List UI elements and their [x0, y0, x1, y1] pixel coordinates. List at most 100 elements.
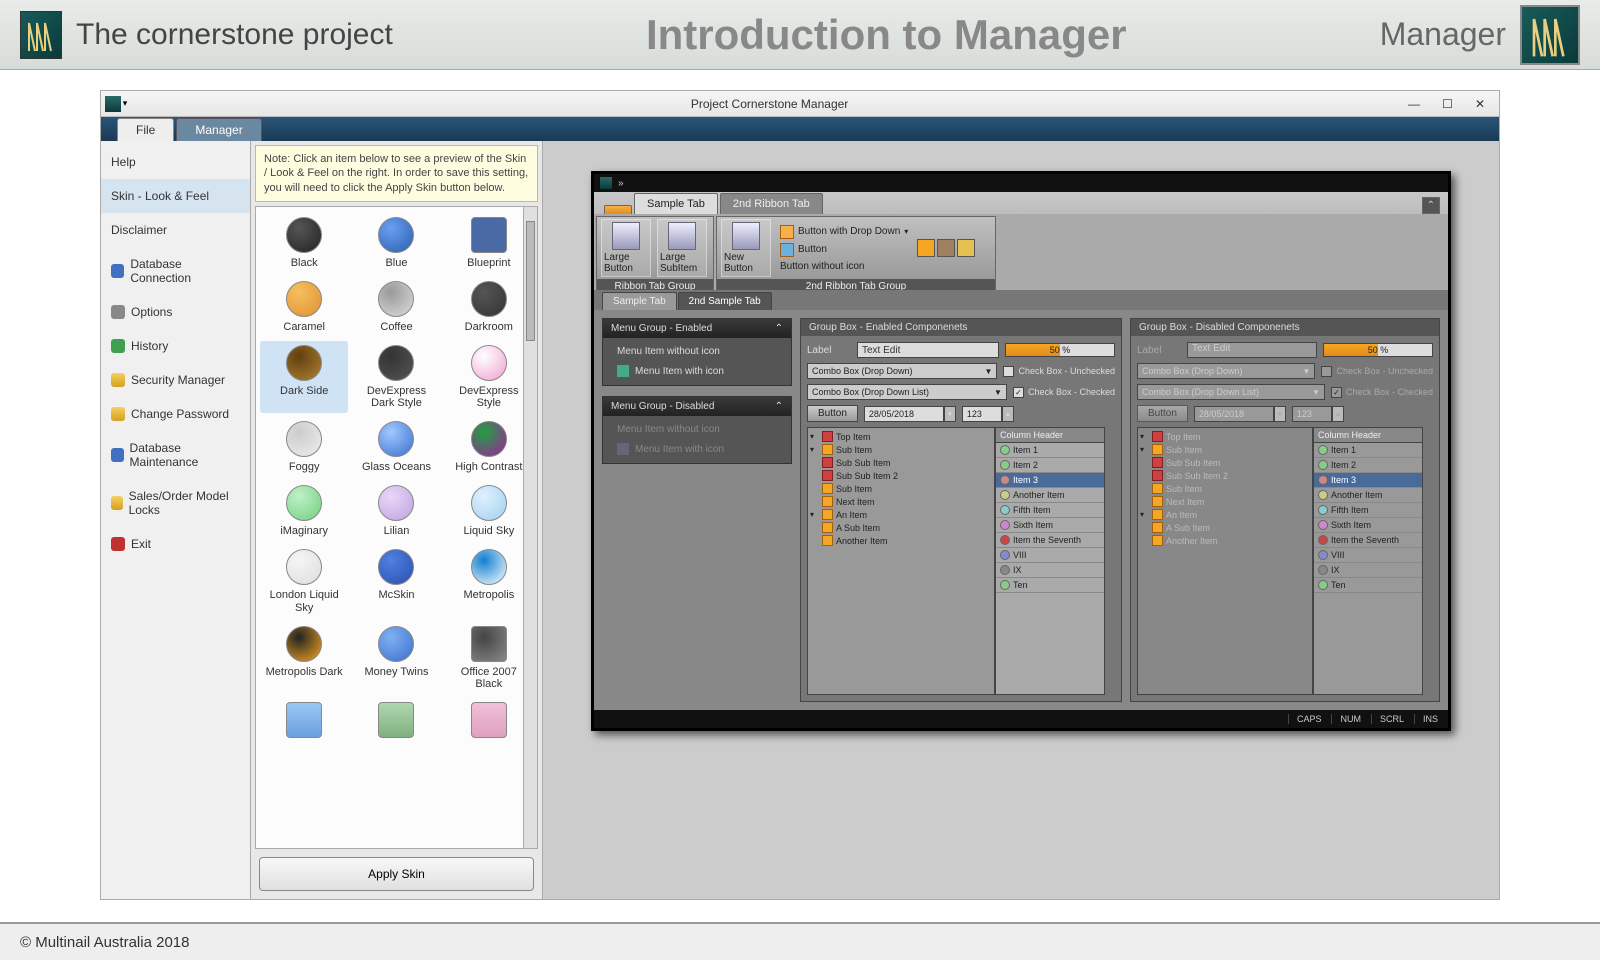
button-plain[interactable]: Button — [777, 242, 911, 258]
sidebar-change-password[interactable]: Change Password — [101, 397, 250, 431]
sidebar-help[interactable]: Help — [101, 145, 250, 179]
skin-item-more[interactable] — [352, 698, 440, 746]
dropdown-icon — [780, 225, 794, 239]
skin-item-dark-side[interactable]: Dark Side — [260, 341, 348, 413]
skin-item-lilian[interactable]: Lilian — [352, 481, 440, 541]
button-noicon[interactable]: Button without icon — [777, 260, 911, 273]
list-scrollbar-disabled — [1423, 427, 1433, 695]
text-edit[interactable] — [857, 342, 999, 358]
ribbon-collapse-icon[interactable]: ⌃ — [1422, 197, 1440, 214]
large-subitem-button[interactable]: Large SubItem — [657, 219, 707, 277]
collapse-icon[interactable]: ⌃ — [775, 401, 783, 412]
list-item[interactable]: Item 2 — [996, 458, 1104, 473]
sidebar-history[interactable]: History — [101, 329, 250, 363]
list-item[interactable]: Item 3 — [996, 473, 1104, 488]
skin-item-more[interactable] — [445, 698, 533, 746]
sidebar-db-maintenance[interactable]: Database Maintenance — [101, 431, 250, 479]
preview-tab-sample[interactable]: Sample Tab — [634, 193, 718, 214]
skin-item-liquid-sky[interactable]: Liquid Sky — [445, 481, 533, 541]
menu-item-icon[interactable]: Menu Item with icon — [603, 361, 791, 381]
skin-item-blue[interactable]: Blue — [352, 213, 440, 273]
skin-item-mcskin[interactable]: McSkin — [352, 545, 440, 617]
skin-item-caramel[interactable]: Caramel — [260, 277, 348, 337]
skin-item-blueprint[interactable]: Blueprint — [445, 213, 533, 273]
tree-view[interactable]: ▾Top Item ▾Sub Item Sub Sub Item Sub Sub… — [807, 427, 995, 695]
sidebar-security[interactable]: Security Manager — [101, 363, 250, 397]
spin-edit-disabled: 123▴ — [1292, 406, 1344, 422]
sample-button-disabled: Button — [1137, 405, 1188, 422]
sidebar-locks[interactable]: Sales/Order Model Locks — [101, 479, 250, 527]
checkbox-checked[interactable]: ✓Check Box - Checked — [1013, 387, 1115, 398]
skin-item-imaginary[interactable]: iMaginary — [260, 481, 348, 541]
slide-header: The cornerstone project Introduction to … — [0, 0, 1600, 70]
tab-file[interactable]: File — [117, 118, 174, 141]
sample-button[interactable]: Button — [807, 405, 858, 422]
list-view[interactable]: Column Header Item 1Item 2Item 3Another … — [995, 427, 1105, 695]
tool-icon-1[interactable] — [917, 239, 935, 257]
groupbox-disabled: Group Box - Disabled Componenets Label T… — [1130, 318, 1440, 702]
menu-item-noicon[interactable]: Menu Item without icon — [603, 342, 791, 361]
subtab-second[interactable]: 2nd Sample Tab — [678, 292, 772, 310]
sidebar-exit[interactable]: Exit — [101, 527, 250, 561]
skin-item-metropolis[interactable]: Metropolis — [445, 545, 533, 617]
button-dropdown[interactable]: Button with Drop Down ▾ — [777, 224, 911, 240]
date-picker[interactable]: 28/05/2018▾ — [864, 406, 956, 422]
maximize-button[interactable]: ☐ — [1442, 97, 1453, 111]
tab-manager[interactable]: Manager — [176, 118, 261, 141]
combo-dropdown[interactable]: Combo Box (Drop Down)▼ — [807, 363, 997, 379]
skin-item-devexpress-dark-style[interactable]: DevExpress Dark Style — [352, 341, 440, 413]
skin-item-glass-oceans[interactable]: Glass Oceans — [352, 417, 440, 477]
subtab-sample[interactable]: Sample Tab — [602, 292, 677, 310]
app-window: ▾ Project Cornerstone Manager — ☐ ✕ File… — [100, 90, 1500, 900]
list-item[interactable]: Fifth Item — [996, 503, 1104, 518]
skin-item-darkroom[interactable]: Darkroom — [445, 277, 533, 337]
skin-item-black[interactable]: Black — [260, 213, 348, 273]
spin-edit[interactable]: 123▴ — [962, 406, 1014, 422]
slide-title: Introduction to Manager — [393, 11, 1380, 59]
list-item[interactable]: Item 1 — [996, 443, 1104, 458]
sidebar-disclaimer[interactable]: Disclaimer — [101, 213, 250, 247]
key-icon — [111, 407, 125, 421]
skin-item-more[interactable] — [260, 698, 348, 746]
combo-dropdown-disabled: Combo Box (Drop Down)▼ — [1137, 363, 1315, 379]
sidebar-options[interactable]: Options — [101, 295, 250, 329]
list-scrollbar[interactable] — [1105, 427, 1115, 695]
sidebar-db-connection[interactable]: Database Connection — [101, 247, 250, 295]
list-view-disabled: Column Header Item 1Item 2Item 3Another … — [1313, 427, 1423, 695]
collapse-icon[interactable]: ⌃ — [775, 323, 783, 334]
combo-dropdownlist[interactable]: Combo Box (Drop Down List)▼ — [807, 384, 1007, 400]
footer: © Multinail Australia 2018 — [0, 922, 1600, 960]
preview-tab-main[interactable] — [604, 205, 632, 214]
list-item[interactable]: Item the Seventh — [996, 533, 1104, 548]
apply-skin-button[interactable]: Apply Skin — [259, 857, 534, 891]
lock-icon — [111, 373, 125, 387]
large-button[interactable]: Large Button — [601, 219, 651, 277]
preview-statusbar: CAPS NUM SCRL INS — [594, 710, 1448, 728]
new-button[interactable]: New Button — [721, 219, 771, 277]
skin-item-devexpress-style[interactable]: DevExpress Style — [445, 341, 533, 413]
skin-item-money-twins[interactable]: Money Twins — [352, 622, 440, 694]
tool-icon-3[interactable] — [957, 239, 975, 257]
skin-item-coffee[interactable]: Coffee — [352, 277, 440, 337]
close-button[interactable]: ✕ — [1475, 97, 1485, 111]
skin-item-foggy[interactable]: Foggy — [260, 417, 348, 477]
skin-item-high-contrast[interactable]: High Contrast — [445, 417, 533, 477]
tree-view-disabled: ▾Top Item ▾Sub Item Sub Sub Item Sub Sub… — [1137, 427, 1313, 695]
list-item[interactable]: Another Item — [996, 488, 1104, 503]
list-item[interactable]: VIII — [996, 548, 1104, 563]
skin-scrollbar[interactable] — [523, 207, 537, 848]
skin-item-metropolis-dark[interactable]: Metropolis Dark — [260, 622, 348, 694]
minimize-button[interactable]: — — [1408, 97, 1420, 111]
list-item: Fifth Item — [1314, 503, 1422, 518]
checkbox-unchecked[interactable]: Check Box - Unchecked — [1003, 366, 1115, 377]
list-item[interactable]: IX — [996, 563, 1104, 578]
sidebar-skin[interactable]: Skin - Look & Feel — [101, 179, 250, 213]
preview-tab-second[interactable]: 2nd Ribbon Tab — [720, 193, 823, 214]
list-item: Ten — [1314, 578, 1422, 593]
skin-item-london-liquid-sky[interactable]: London Liquid Sky — [260, 545, 348, 617]
tool-icon-2[interactable] — [937, 239, 955, 257]
list-item: VIII — [1314, 548, 1422, 563]
skin-item-office-2007-black[interactable]: Office 2007 Black — [445, 622, 533, 694]
list-item[interactable]: Sixth Item — [996, 518, 1104, 533]
list-item[interactable]: Ten — [996, 578, 1104, 593]
